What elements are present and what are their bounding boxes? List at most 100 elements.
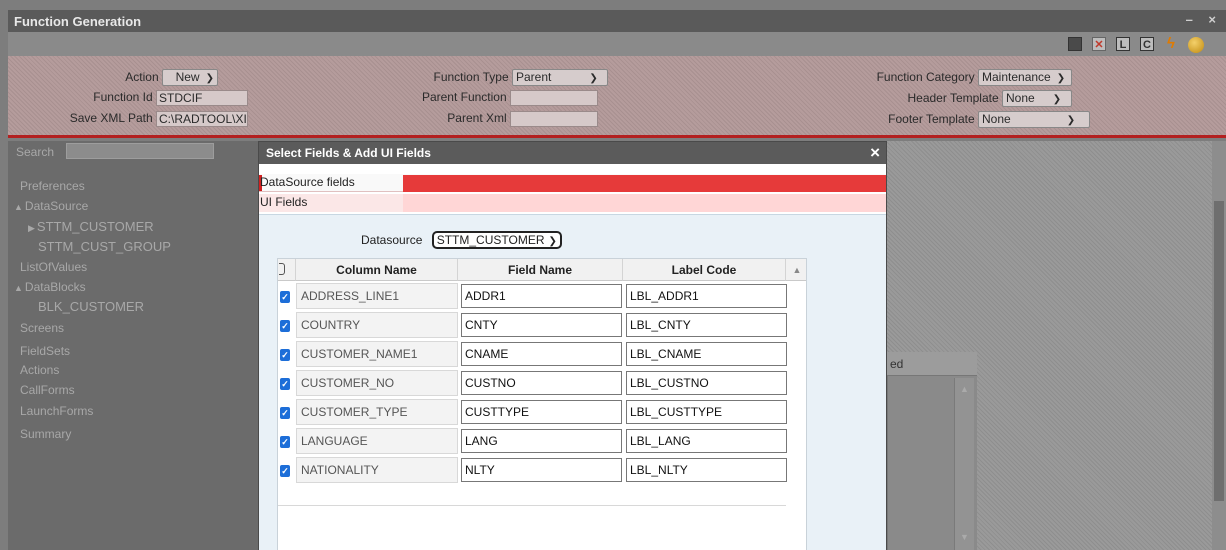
parent-function-label: Parent Function <box>421 90 507 105</box>
field-name-input[interactable]: LANG <box>461 429 622 453</box>
parent-function-row: Parent Function <box>388 90 598 106</box>
row-checkbox[interactable]: ✓ <box>280 349 290 361</box>
sidebar-item-blk-customer[interactable]: BLK_CUSTOMER <box>38 299 144 314</box>
page-scrollbar[interactable] <box>1212 141 1226 550</box>
save-icon[interactable] <box>1068 37 1082 51</box>
field-name-input[interactable]: ADDR1 <box>461 284 622 308</box>
sidebar-item-label: STTM_CUSTOMER <box>36 219 154 234</box>
collapse-triangle-icon: ▶ <box>28 223 35 233</box>
column-header-label-code[interactable]: Label Code <box>623 259 786 281</box>
search-input[interactable] <box>66 143 214 159</box>
action-value: New <box>175 70 200 84</box>
sidebar-item-label: DataBlocks <box>24 280 86 294</box>
column-name-cell: LANGUAGE <box>296 428 458 454</box>
sidebar-item-listofvalues[interactable]: ListOfValues <box>20 260 87 274</box>
grid-divider <box>278 505 786 506</box>
tab-datasource-fields[interactable]: DataSource fields <box>259 174 886 192</box>
header-template-label: Header Template <box>907 90 999 105</box>
label-code-input[interactable]: LBL_CNAME <box>626 342 787 366</box>
column-header-field-name[interactable]: Field Name <box>458 259 623 281</box>
window-titlebar: Function Generation – × <box>8 10 1226 32</box>
function-category-select[interactable]: Maintenance ❯ <box>978 69 1072 86</box>
field-name-input[interactable]: CNTY <box>461 313 622 337</box>
window-controls[interactable]: – × <box>1186 12 1222 27</box>
sidebar-item-sttm-customer[interactable]: ▶ STTM_CUSTOMER <box>28 219 154 234</box>
scroll-up-icon[interactable]: ▲ <box>786 259 806 281</box>
sidebar-item-launchforms[interactable]: LaunchForms <box>20 404 93 418</box>
row-checkbox[interactable]: ✓ <box>280 465 290 477</box>
tab-ui-fields[interactable]: UI Fields <box>259 194 886 212</box>
field-name-input[interactable]: CUSTTYPE <box>461 400 622 424</box>
label-code-input[interactable]: LBL_NLTY <box>626 458 787 482</box>
parent-function-field[interactable] <box>510 90 598 106</box>
sidebar-item-fieldsets[interactable]: FieldSets <box>20 344 70 358</box>
dialog-content: Datasource STTM_CUSTOMER ❯ Column Name Fi… <box>259 214 886 550</box>
table-row: ✓ CUSTOMER_NO CUSTNO LBL_CUSTNO <box>278 369 790 398</box>
chevron-down-icon: ❯ <box>589 73 598 84</box>
table-row: ✓ ADDRESS_LINE1 ADDR1 LBL_ADDR1 <box>278 282 790 311</box>
row-checkbox[interactable]: ✓ <box>280 378 290 390</box>
sidebar-item-callforms[interactable]: CallForms <box>20 383 75 397</box>
parent-xml-field[interactable] <box>510 111 598 127</box>
sidebar-item-datablocks[interactable]: ▲ DataBlocks <box>14 280 86 294</box>
row-checkbox[interactable]: ✓ <box>280 291 290 303</box>
sidebar-item-datasource[interactable]: ▲ DataSource <box>14 199 88 213</box>
sidebar-item-preferences[interactable]: Preferences <box>20 179 85 193</box>
action-row: Action New ❯ <box>8 69 218 86</box>
label-code-input[interactable]: LBL_CUSTNO <box>626 371 787 395</box>
label-code-input[interactable]: LBL_LANG <box>626 429 787 453</box>
dialog-title: Select Fields & Add UI Fields <box>266 146 431 160</box>
l-button[interactable]: L <box>1116 37 1130 51</box>
field-name-input[interactable]: NLTY <box>461 458 622 482</box>
header-template-row: Header Template None ❯ <box>848 90 1072 107</box>
function-category-value: Maintenance <box>982 70 1051 84</box>
sidebar-item-summary[interactable]: Summary <box>20 427 71 441</box>
close-icon[interactable]: × <box>870 143 880 163</box>
window-title: Function Generation <box>14 14 142 29</box>
row-checkbox[interactable]: ✓ <box>280 320 290 332</box>
globe-icon[interactable] <box>1188 37 1204 53</box>
chevron-down-icon: ❯ <box>205 73 214 84</box>
footer-template-row: Footer Template None ❯ <box>848 111 1090 128</box>
footer-template-select[interactable]: None ❯ <box>978 111 1090 128</box>
background-panel-scrollbar[interactable]: ▲ ▼ <box>954 378 974 550</box>
expand-triangle-icon: ▲ <box>14 202 23 212</box>
header-template-value: None <box>1006 91 1035 105</box>
action-select[interactable]: New ❯ <box>162 69 218 86</box>
function-type-value: Parent <box>516 70 552 84</box>
field-name-input[interactable]: CNAME <box>461 342 622 366</box>
c-button[interactable]: C <box>1140 37 1154 51</box>
chevron-down-icon: ❯ <box>1066 115 1076 126</box>
label-code-input[interactable]: LBL_CNTY <box>626 313 787 337</box>
row-checkbox[interactable]: ✓ <box>280 436 290 448</box>
select-all-checkbox[interactable] <box>279 263 285 275</box>
scrollbar-thumb[interactable] <box>1214 201 1224 501</box>
field-name-input[interactable]: CUSTNO <box>461 371 622 395</box>
close-icon[interactable]: ✕ <box>1092 37 1106 51</box>
sidebar-item-screens[interactable]: Screens <box>20 321 64 335</box>
label-code-input[interactable]: LBL_ADDR1 <box>626 284 787 308</box>
select-all-header[interactable] <box>278 259 296 281</box>
label-code-input[interactable]: LBL_CUSTTYPE <box>626 400 787 424</box>
function-id-field[interactable]: STDCIF <box>156 90 248 106</box>
generate-icon[interactable]: ϟ <box>1164 36 1178 51</box>
chevron-down-icon: ❯ <box>1052 94 1062 105</box>
sidebar-item-sttm-cust-group[interactable]: STTM_CUST_GROUP <box>38 239 171 254</box>
header-template-select[interactable]: None ❯ <box>1002 90 1072 107</box>
datasource-select[interactable]: STTM_CUSTOMER ❯ <box>431 231 562 249</box>
row-checkbox[interactable]: ✓ <box>280 407 290 419</box>
sidebar-item-actions[interactable]: Actions <box>20 363 59 377</box>
chevron-down-icon: ❯ <box>1056 73 1066 84</box>
chevron-down-icon: ❯ <box>548 236 557 247</box>
sidebar-item-label: DataSource <box>24 199 89 213</box>
table-row: ✓ NATIONALITY NLTY LBL_NLTY <box>278 456 790 485</box>
table-row: ✓ COUNTRY CNTY LBL_CNTY <box>278 311 790 340</box>
save-xml-path-field[interactable]: C:\RADTOOL\XI <box>156 111 248 127</box>
function-type-select[interactable]: Parent ❯ <box>512 69 608 86</box>
scroll-down-icon: ▼ <box>960 532 969 542</box>
column-name-cell: CUSTOMER_NO <box>296 370 458 396</box>
footer-template-label: Footer Template <box>888 111 975 126</box>
function-category-label: Function Category <box>876 69 975 84</box>
tab-label: UI Fields <box>260 195 308 209</box>
column-header-column-name[interactable]: Column Name <box>296 259 458 281</box>
